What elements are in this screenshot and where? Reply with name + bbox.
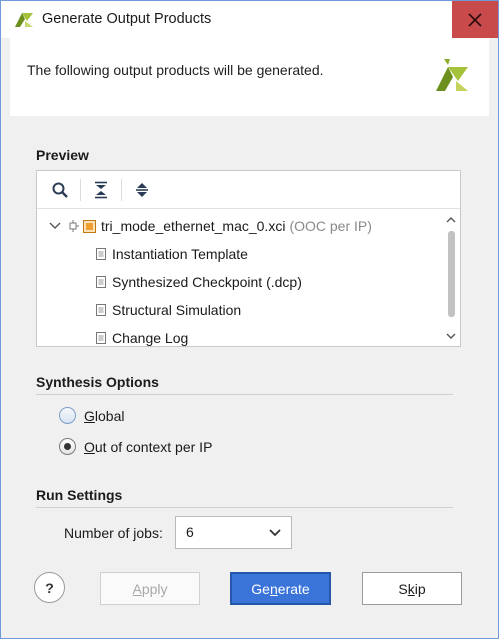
- chevron-down-icon[interactable]: [49, 222, 61, 230]
- preview-toolbar: [37, 171, 460, 209]
- radio-global[interactable]: Global: [59, 407, 124, 424]
- window-title: Generate Output Products: [42, 11, 212, 27]
- tree-item[interactable]: Structural Simulation: [96, 298, 241, 322]
- file-icon: [96, 332, 106, 344]
- radio-out-of-context-label: Out of context per IP: [84, 438, 213, 455]
- synthesis-options-title: Synthesis Options: [36, 374, 159, 390]
- scroll-down-arrow[interactable]: [445, 331, 457, 341]
- header-message: The following output products will be ge…: [27, 62, 324, 78]
- collapse-all-icon: [95, 181, 107, 199]
- title-bar[interactable]: Generate Output Products: [1, 1, 498, 38]
- expand-all-icon: [136, 183, 148, 197]
- tree-item[interactable]: Synthesized Checkpoint (.dcp): [96, 270, 302, 294]
- vertical-scrollbar[interactable]: [442, 211, 460, 346]
- tree-root-row[interactable]: tri_mode_ethernet_mac_0.xci (OOC per IP): [49, 214, 372, 238]
- ip-core-icon: [83, 219, 96, 233]
- search-button[interactable]: [48, 178, 72, 202]
- run-settings-title: Run Settings: [36, 487, 123, 503]
- chevron-down-icon: [269, 529, 281, 537]
- preview-section-title: Preview: [36, 147, 89, 163]
- radio-out-of-context[interactable]: Out of context per IP: [59, 438, 212, 455]
- vivado-logo-icon: [15, 13, 33, 27]
- tree-root-hint: (OOC per IP): [289, 218, 372, 234]
- preview-panel: tri_mode_ethernet_mac_0.xci (OOC per IP)…: [36, 170, 461, 347]
- expand-all-button[interactable]: [130, 178, 154, 202]
- radio-selected-dot: [64, 443, 71, 450]
- jobs-select-value: 6: [186, 524, 194, 540]
- toolbar-separator: [80, 179, 81, 201]
- scrollbar-thumb[interactable]: [448, 231, 455, 317]
- apply-button[interactable]: Apply: [100, 572, 200, 605]
- close-button[interactable]: [452, 1, 498, 38]
- tree-item-label: Structural Simulation: [112, 302, 242, 318]
- chevron-down-icon: [446, 333, 456, 339]
- tree-item[interactable]: Instantiation Template: [96, 242, 248, 266]
- header-panel: The following output products will be ge…: [10, 38, 489, 116]
- jobs-label: Number of jobs:: [64, 525, 163, 541]
- scroll-up-arrow[interactable]: [445, 214, 457, 224]
- tree-root-label: tri_mode_ethernet_mac_0.xci: [101, 218, 286, 234]
- file-icon: [96, 276, 106, 288]
- generate-button[interactable]: Ge n erate: [230, 572, 331, 605]
- section-divider: [36, 394, 453, 395]
- help-button[interactable]: ?: [34, 572, 65, 603]
- radio-button[interactable]: [59, 407, 76, 424]
- dialog-content: The following output products will be ge…: [10, 38, 489, 629]
- radio-button[interactable]: [59, 438, 76, 455]
- tree-item-label: Change Log: [112, 330, 189, 346]
- skip-button[interactable]: Sk ip: [362, 572, 462, 605]
- hierarchy-connector-icon: [69, 220, 79, 232]
- file-icon: [96, 248, 106, 260]
- tree-item-label: Instantiation Template: [112, 246, 248, 262]
- collapse-all-button[interactable]: [89, 178, 113, 202]
- tree-item-label: Synthesized Checkpoint (.dcp): [112, 274, 302, 290]
- close-icon: [468, 12, 482, 27]
- section-divider: [36, 507, 453, 508]
- radio-global-label: Global: [84, 407, 125, 424]
- tree-item[interactable]: Change Log: [96, 326, 188, 346]
- vivado-logo-icon: [436, 59, 468, 91]
- search-icon: [52, 182, 68, 198]
- file-icon: [96, 304, 106, 316]
- jobs-select[interactable]: 6: [175, 516, 292, 549]
- toolbar-separator: [121, 179, 122, 201]
- output-products-tree: tri_mode_ethernet_mac_0.xci (OOC per IP)…: [37, 211, 442, 346]
- dialog-window: Generate Output Products The following o…: [0, 0, 499, 639]
- chevron-up-icon: [446, 216, 456, 222]
